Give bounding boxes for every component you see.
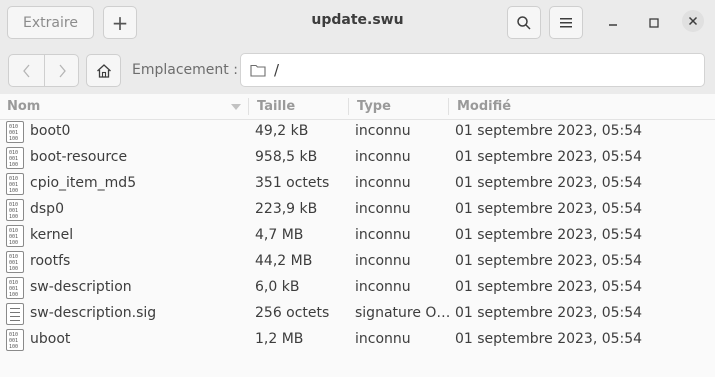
file-modified: 01 septembre 2023, 05:54 [455,175,643,191]
file-type: inconnu [355,331,411,347]
file-modified: 01 septembre 2023, 05:54 [455,201,643,217]
menu-button[interactable] [549,6,583,39]
file-size: 958,5 kB [255,149,318,165]
file-type: signature O… [355,305,451,321]
file-size: 6,0 kB [255,279,300,295]
file-modified: 01 septembre 2023, 05:54 [455,123,643,139]
file-name: sw-description [30,279,132,295]
file-modified: 01 septembre 2023, 05:54 [455,149,643,165]
file-name: sw-description.sig [30,305,157,321]
file-modified: 01 septembre 2023, 05:54 [455,305,643,321]
file-size: 49,2 kB [255,123,309,139]
home-icon [96,63,111,78]
file-type: inconnu [355,227,411,243]
file-row[interactable]: 010 001 100 sw-description 6,0 kB inconnu 01 s… [0,275,715,301]
binary-file-icon: 010 001 100 [6,173,24,195]
binary-file-icon: 010 001 100 [6,121,24,143]
column-divider[interactable] [348,98,349,115]
sort-descending-icon[interactable] [231,104,241,110]
file-size: 1,2 MB [255,331,304,347]
file-name: kernel [30,227,74,243]
file-name: cpio_item_md5 [30,175,137,191]
file-name: dsp0 [30,201,64,217]
file-type: inconnu [355,253,411,269]
binary-file-icon: 010 001 100 [6,277,24,299]
column-size[interactable]: Taille [257,99,295,114]
home-button[interactable] [86,54,121,87]
file-size: 256 octets [255,305,330,321]
file-row[interactable]: 010 001 100 boot-resource 958,5 kB inconnu 01 … [0,145,715,171]
file-size: 44,2 MB [255,253,313,269]
hamburger-menu-icon [560,17,572,27]
back-button[interactable] [8,54,45,87]
file-name: rootfs [30,253,71,269]
maximize-button[interactable] [641,10,667,36]
header-bar: Extraire + update.swu [0,0,715,46]
binary-file-icon: 010 001 100 [6,225,24,247]
column-header: Nom Taille Type Modifié [0,94,715,120]
file-modified: 01 septembre 2023, 05:54 [455,253,643,269]
file-row[interactable]: sw-description.sig 256 octets signature O…… [0,301,715,327]
binary-file-icon: 010 001 100 [6,329,24,351]
file-type: inconnu [355,123,411,139]
file-row[interactable]: 010 001 100 cpio_item_md5 351 octets inconnu 0… [0,171,715,197]
column-divider[interactable] [448,98,449,115]
binary-file-icon: 010 001 100 [6,199,24,221]
chevron-right-icon [59,64,66,77]
file-row[interactable]: 010 001 100 boot0 49,2 kB inconnu 01 septembre… [0,119,715,145]
minimize-icon [609,24,617,26]
file-name: uboot [30,331,71,347]
forward-button[interactable] [44,54,79,87]
column-divider[interactable] [248,98,249,115]
location-bar: / [0,46,715,95]
minimize-button[interactable] [600,10,626,36]
file-size: 351 octets [255,175,330,191]
close-button[interactable] [682,10,704,32]
file-type: inconnu [355,201,411,217]
file-size: 4,7 MB [255,227,304,243]
file-row[interactable]: 010 001 100 rootfs 44,2 MB inconnu 01 septembr… [0,249,715,275]
maximize-icon [649,18,659,28]
column-name[interactable]: Nom [7,99,40,114]
location-label: Emplacement : [132,62,238,78]
file-type: inconnu [355,279,411,295]
file-modified: 01 septembre 2023, 05:54 [455,227,643,243]
file-row[interactable]: 010 001 100 dsp0 223,9 kB inconnu 01 septembre… [0,197,715,223]
search-icon [517,15,531,30]
folder-icon [250,64,266,77]
location-field[interactable]: / [240,53,705,87]
file-name: boot0 [30,123,71,139]
file-row[interactable]: 010 001 100 uboot 1,2 MB inconnu 01 septembre … [0,327,715,353]
column-type[interactable]: Type [357,99,391,114]
column-modified[interactable]: Modifié [457,99,511,114]
file-type: inconnu [355,175,411,191]
file-modified: 01 septembre 2023, 05:54 [455,279,643,295]
file-row[interactable]: 010 001 100 kernel 4,7 MB inconnu 01 septembre… [0,223,715,249]
location-path: / [274,61,280,79]
chevron-left-icon [22,64,29,77]
file-name: boot-resource [30,149,128,165]
file-type: inconnu [355,149,411,165]
close-icon [688,16,698,26]
search-button[interactable] [507,6,541,39]
file-modified: 01 septembre 2023, 05:54 [455,331,643,347]
text-file-icon [6,303,24,325]
binary-file-icon: 010 001 100 [6,251,24,273]
file-size: 223,9 kB [255,201,318,217]
binary-file-icon: 010 001 100 [6,147,24,169]
